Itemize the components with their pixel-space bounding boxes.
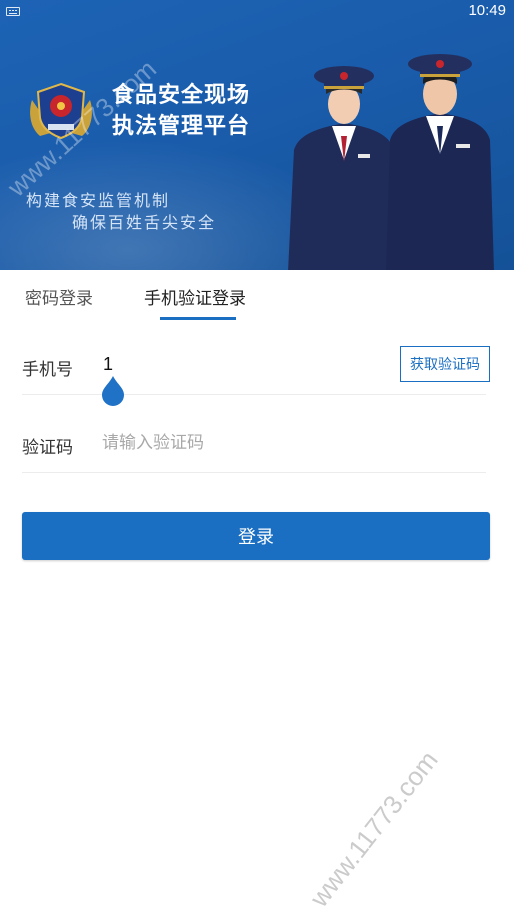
slogan-line-2: 确保百姓舌尖安全: [72, 213, 217, 232]
phone-input[interactable]: 1: [103, 354, 113, 375]
login-button[interactable]: 登录: [22, 512, 490, 560]
code-label: 验证码: [22, 438, 73, 458]
code-input[interactable]: [100, 428, 362, 458]
headline-line-2: 执法管理平台: [112, 114, 251, 139]
status-time: 10:49: [468, 2, 506, 19]
watermark-bottom: www.11773.com: [303, 745, 444, 913]
banner-slogan: 构建食安监管机制 确保百姓舌尖安全: [26, 190, 216, 234]
slogan-line-1: 构建食安监管机制: [26, 191, 171, 210]
tab-password-login[interactable]: 密码登录: [25, 284, 93, 309]
status-bar: 10:49: [0, 0, 514, 24]
tab-sms-login[interactable]: 手机验证登录: [144, 284, 246, 309]
login-tabs: 密码登录 手机验证登录: [0, 270, 514, 322]
phone-label: 手机号: [22, 360, 73, 380]
keyboard-icon: [6, 7, 20, 16]
get-code-button[interactable]: 获取验证码: [400, 346, 490, 382]
officers-photo: [288, 54, 494, 270]
code-row: 验证码: [22, 394, 486, 473]
